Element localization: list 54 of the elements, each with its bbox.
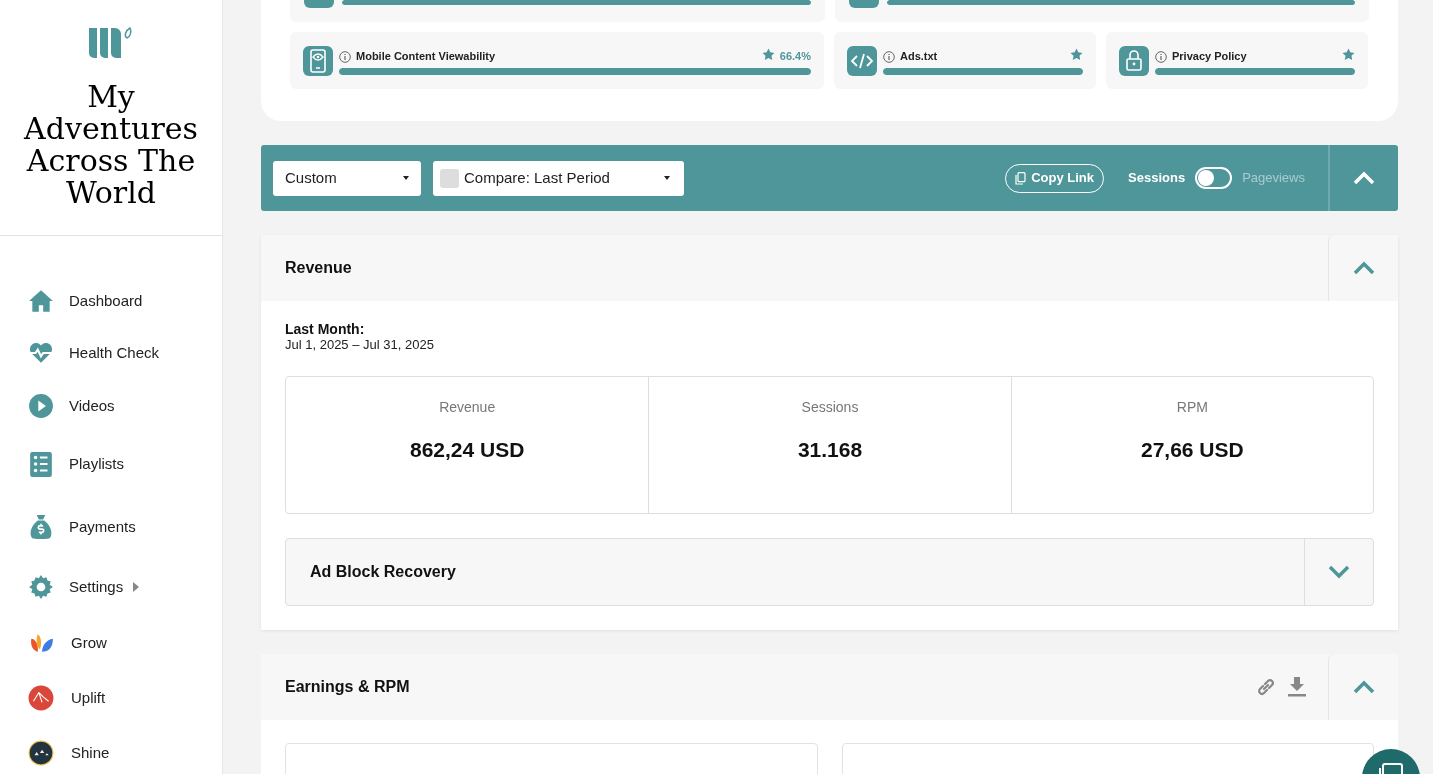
code-icon (847, 45, 877, 76)
card-icon (304, 0, 334, 8)
metric-value: 862,24 USD (409, 437, 525, 463)
tent-icon (28, 685, 54, 711)
checkbox[interactable] (440, 168, 459, 188)
section-title: Ad Block Recovery (310, 562, 457, 582)
date-range-dropdown[interactable]: Custom (273, 160, 421, 196)
money-bag-icon (28, 514, 54, 540)
caret-icon (403, 176, 409, 180)
period-label: Last Month: (285, 321, 366, 337)
list-icon (28, 451, 54, 477)
chevron-up-icon (1352, 261, 1375, 275)
lock-icon (1119, 45, 1149, 76)
nav-item[interactable]: Videos (28, 388, 115, 424)
period-range: Jul 1, 2025 – Jul 31, 2025 (285, 337, 435, 353)
home-icon (28, 288, 54, 314)
chevron-down-icon (1328, 565, 1350, 579)
nav-item[interactable]: Health Check (28, 335, 160, 371)
windows-icon (1378, 763, 1404, 774)
mobile-eye-icon (303, 45, 333, 76)
info-icon (883, 50, 895, 63)
caret-icon (664, 176, 670, 180)
download-button[interactable] (1288, 677, 1306, 697)
nav-item[interactable]: Payments (28, 509, 136, 545)
check-label: Privacy Policy (1172, 49, 1248, 65)
metric-label: RPM (1176, 398, 1208, 417)
nav-item[interactable]: Shine (28, 735, 110, 771)
info-icon (339, 50, 351, 63)
info-icon (1155, 50, 1167, 63)
metric-label: Sessions (801, 398, 859, 417)
check-label: Mobile Content Viewability (356, 49, 497, 65)
link-button[interactable] (1256, 677, 1276, 697)
copy-icon (1015, 171, 1027, 185)
score-text: 66.4% (779, 49, 811, 65)
nav-item[interactable]: Settings (28, 569, 141, 605)
play-icon (28, 393, 54, 419)
panel-title: Earnings & RPM (285, 677, 411, 697)
sparkle-icon (28, 740, 54, 766)
nav-item[interactable]: Uplift (28, 680, 106, 716)
nav-item[interactable]: Playlists (28, 446, 124, 482)
metric-value: 27,66 USD (1140, 437, 1244, 463)
settings-icon (28, 574, 54, 600)
site-title: My Adventures Across The World (22, 81, 199, 209)
card-icon (848, 0, 879, 8)
metric-label: Revenue (439, 398, 496, 417)
compare-dropdown[interactable]: Compare: Last Period (433, 160, 684, 196)
panel-title: Revenue (285, 258, 353, 278)
metric-value: 31.168 (797, 437, 863, 463)
toggle-switch[interactable] (1195, 167, 1233, 189)
check-label: Ads.txt (900, 49, 939, 65)
nav-item[interactable]: Dashboard (28, 283, 143, 319)
nav-item[interactable]: Grow (28, 625, 107, 661)
chevron-up-icon (1352, 680, 1375, 694)
chevron-up-icon (1353, 171, 1375, 185)
